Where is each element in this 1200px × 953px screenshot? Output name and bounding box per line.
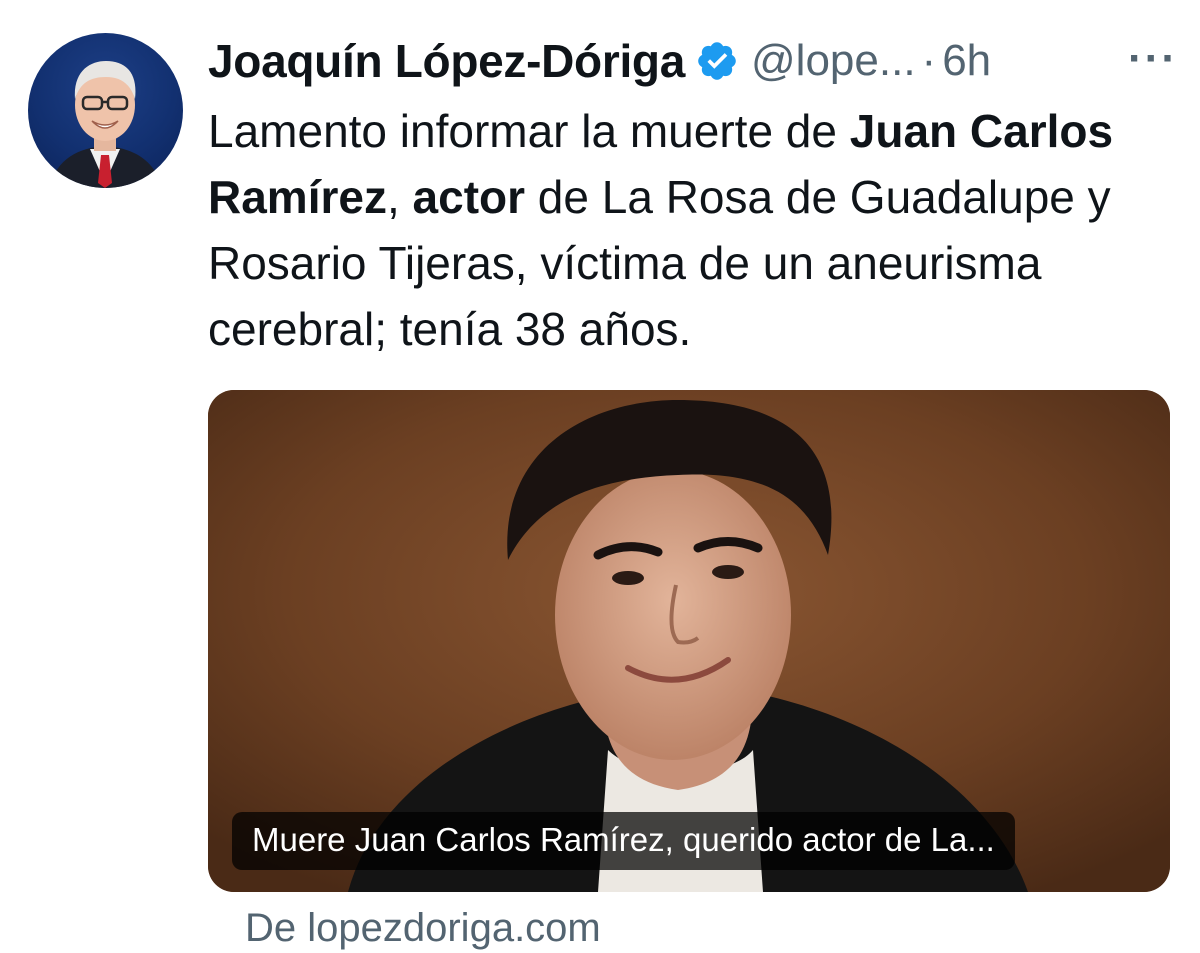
more-options-icon[interactable]: ···: [1128, 34, 1178, 84]
timestamp[interactable]: 6h: [942, 36, 991, 86]
text-segment: ,: [386, 171, 413, 223]
avatar[interactable]: [28, 33, 183, 188]
tweet-header: Joaquín López-Dóriga @lope... · 6h ···: [208, 30, 1178, 92]
avatar-photo: [48, 61, 163, 188]
tweet[interactable]: Joaquín López-Dóriga @lope... · 6h ··· L…: [0, 0, 1200, 953]
link-card[interactable]: Muere Juan Carlos Ramírez, querido actor…: [208, 390, 1170, 892]
author-display-name[interactable]: Joaquín López-Dóriga: [208, 34, 685, 88]
card-caption[interactable]: Muere Juan Carlos Ramírez, querido actor…: [232, 812, 1015, 870]
author-handle[interactable]: @lope...: [751, 36, 916, 86]
verified-badge-icon[interactable]: [695, 39, 739, 83]
separator-dot: ·: [921, 36, 937, 85]
text-segment-bold: actor: [412, 171, 526, 223]
text-segment: Lamento informar la muerte de: [208, 105, 850, 157]
card-source-link[interactable]: De lopezdoriga.com: [245, 906, 601, 951]
tweet-text: Lamento informar la muerte de Juan Carlo…: [208, 98, 1168, 362]
